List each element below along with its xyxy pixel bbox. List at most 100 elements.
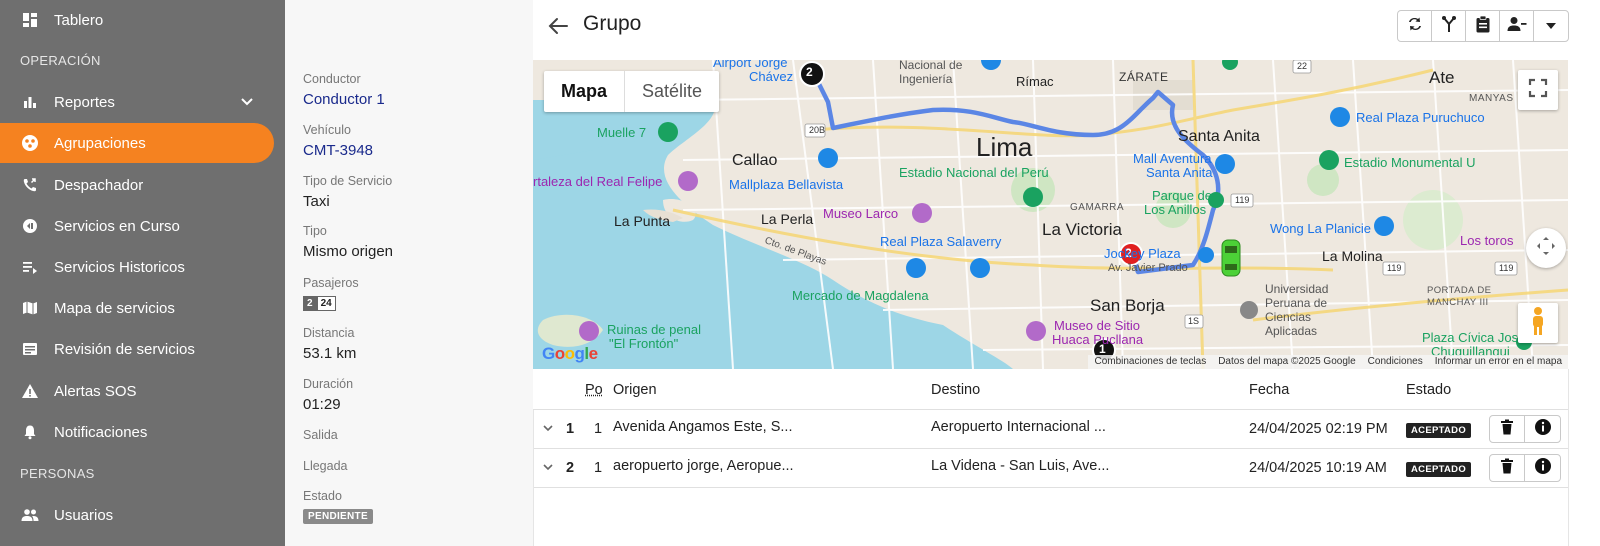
map-icon	[20, 298, 40, 318]
map-type-map-button[interactable]: Mapa	[544, 71, 626, 112]
sidebar-item-label: Mapa de servicios	[54, 299, 175, 317]
info-button[interactable]	[1525, 416, 1560, 442]
clipboard-icon	[1475, 15, 1491, 38]
chevron-down-icon[interactable]	[240, 94, 254, 112]
map-label-javier-prado: Av. Javier Prado	[1108, 262, 1188, 274]
tipo-servicio-field: Tipo de Servicio Taxi	[303, 174, 392, 210]
row-actions	[1489, 454, 1561, 482]
row-passengers: 1	[594, 460, 603, 476]
conductor-link[interactable]: Conductor 1	[303, 91, 385, 108]
map-label-museo-larco: Museo Larco	[823, 206, 899, 221]
table-row[interactable]: 2 1 aeropuerto jorge, Aeropue... La Vide…	[533, 449, 1568, 488]
map-label-museo-sitio-2: Huaca Pucllana	[1052, 332, 1144, 347]
sidebar-item-mapa-de-servicios[interactable]: Mapa de servicios	[0, 288, 274, 328]
map-label-wong: Wong La Planicie	[1270, 221, 1371, 236]
sidebar-item-tablero[interactable]: Tablero	[0, 0, 274, 40]
google-logo: Google	[542, 344, 598, 363]
map-label-real-plaza-puruchuco: Real Plaza Puruchuco	[1356, 110, 1485, 125]
sidebar-item-label: Agrupaciones	[54, 134, 146, 152]
map-label-toros: Los toros	[1460, 233, 1514, 248]
map-label-portada-2: MANCHAY III	[1427, 297, 1489, 308]
history-list-icon	[20, 257, 40, 277]
warning-icon	[20, 381, 40, 401]
map-label-la-victoria: La Victoria	[1042, 220, 1123, 239]
row-destino: Aeropuerto Internacional ...	[931, 419, 1106, 435]
map-label-upc-2: Peruana de	[1265, 296, 1328, 310]
sidebar-item-servicios-historicos[interactable]: Servicios Historicos	[0, 247, 274, 287]
map-label-la-punta: La Punta	[614, 213, 671, 229]
sidebar-item-agrupaciones[interactable]: Agrupaciones	[0, 123, 274, 163]
map-label-rimac: Rímac	[1016, 74, 1054, 89]
sidebar-item-usuarios[interactable]: Usuarios	[0, 495, 274, 535]
more-options-dropdown[interactable]	[1534, 11, 1568, 41]
assignment-button[interactable]	[1466, 11, 1500, 41]
merge-button[interactable]	[1432, 11, 1466, 41]
reassign-button[interactable]	[1398, 11, 1432, 41]
sidebar-item-alertas-sos[interactable]: Alertas SOS	[0, 371, 274, 411]
column-header-origen[interactable]: Origen	[613, 382, 657, 398]
remove-driver-button[interactable]	[1500, 11, 1534, 41]
sidebar-item-notificaciones[interactable]: Notificaciones	[0, 412, 274, 452]
delete-button[interactable]	[1490, 416, 1525, 442]
sidebar-item-revision-de-servicios[interactable]: Revisión de servicios	[0, 329, 274, 369]
route-map[interactable]: 2 2 1 20B 22 119 119 1S 119 Lima Callao …	[533, 60, 1568, 369]
map-label-ate: Ate	[1429, 68, 1455, 87]
status-badge: PENDIENTE	[303, 509, 373, 524]
map-label-muelle: Muelle 7	[597, 125, 647, 140]
toolbar	[1397, 10, 1569, 42]
conductor-field: Conductor Conductor 1	[303, 72, 385, 108]
info-button[interactable]	[1525, 455, 1560, 481]
vehiculo-link[interactable]: CMT-3948	[303, 142, 373, 159]
map-label-fortaleza: rtaleza del Real Felipe	[533, 174, 663, 189]
expand-chevron-icon[interactable]	[542, 461, 554, 477]
row-index: 1	[566, 421, 575, 437]
caret-down-icon	[1545, 17, 1557, 35]
map-label-nacional: Nacional de	[899, 60, 963, 72]
duracion-value: 01:29	[303, 396, 341, 413]
in-progress-icon	[20, 216, 40, 236]
column-header-estado[interactable]: Estado	[1406, 382, 1451, 398]
camera-control-button[interactable]	[1526, 228, 1566, 268]
table-row[interactable]: 1 1 Avenida Angamos Este, S... Aeropuert…	[533, 410, 1568, 449]
map-type-satellite-button[interactable]: Satélite	[625, 71, 719, 112]
marker-start-label: 2	[806, 65, 813, 79]
map-data-text: Datos del mapa ©2025 Google	[1218, 356, 1356, 367]
estado-field: Estado PENDIENTE	[303, 489, 373, 524]
status-badge: ACEPTADO	[1406, 462, 1472, 477]
street-view-button[interactable]	[1518, 303, 1558, 343]
row-fecha: 24/04/2025 02:19 PM	[1249, 421, 1388, 437]
row-destino: La Videna - San Luis, Ave...	[931, 458, 1110, 474]
vehiculo-field: Vehículo CMT-3948	[303, 123, 373, 159]
back-arrow-icon[interactable]	[545, 12, 573, 40]
map-label-callao: Callao	[732, 152, 778, 169]
expand-chevron-icon[interactable]	[542, 422, 554, 438]
terms-link[interactable]: Condiciones	[1362, 355, 1429, 369]
distancia-value: 53.1 km	[303, 345, 357, 362]
route-shield-label: 119	[1499, 263, 1514, 273]
map-label-real-plaza-salaverry: Real Plaza Salaverry	[880, 234, 1002, 249]
report-error-link[interactable]: Informar un error en el mapa	[1429, 355, 1568, 369]
map-label-chavez: Chávez	[749, 69, 794, 84]
map-label-gamarra: GAMARRA	[1070, 202, 1125, 213]
salida-label: Salida	[303, 428, 338, 442]
info-icon	[1534, 457, 1552, 479]
route-shield-label: 1S	[1188, 316, 1200, 326]
map-attribution: Combinaciones de teclas Datos del mapa ©…	[1088, 355, 1568, 369]
sidebar-item-servicios-en-curso[interactable]: Servicios en Curso	[0, 206, 274, 246]
map-label-la-perla: La Perla	[761, 211, 814, 227]
keyboard-shortcuts-link[interactable]: Combinaciones de teclas	[1088, 355, 1212, 369]
pan-arrows-icon	[1535, 235, 1557, 262]
sidebar-item-label: Alertas SOS	[54, 382, 137, 400]
column-header-pos[interactable]: Po	[585, 382, 603, 398]
map-label-upc-3: Ciencias	[1265, 310, 1312, 324]
pasajeros-label: Pasajeros	[303, 276, 359, 290]
fullscreen-button[interactable]	[1518, 70, 1558, 110]
delete-button[interactable]	[1490, 455, 1525, 481]
column-header-destino[interactable]: Destino	[931, 382, 980, 398]
sidebar-item-despachador[interactable]: Despachador	[0, 165, 274, 205]
sidebar-item-reportes[interactable]: Reportes	[0, 82, 274, 122]
row-origen: Avenida Angamos Este, S...	[613, 419, 793, 435]
page-title: Grupo	[583, 12, 642, 35]
column-header-fecha[interactable]: Fecha	[1249, 382, 1289, 398]
map-label-mall-aventura: Mall Aventura	[1133, 151, 1212, 166]
